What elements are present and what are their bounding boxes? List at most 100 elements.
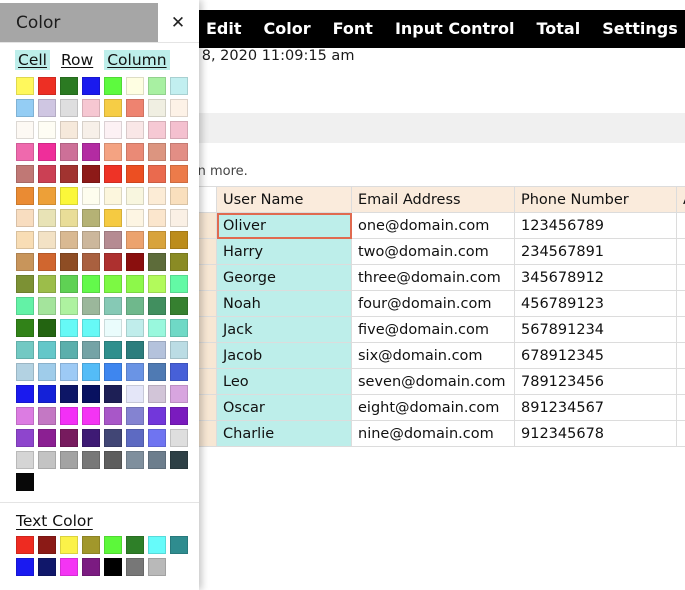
table-row[interactable]: Leo seven@domain.com 789123456	[196, 368, 685, 395]
background-color-swatch-120[interactable]	[16, 407, 34, 425]
background-color-swatch-108[interactable]	[104, 363, 122, 381]
background-color-swatch-87[interactable]	[170, 297, 188, 315]
background-color-swatch-75[interactable]	[82, 275, 100, 293]
column-header-email-address[interactable]: Email Address	[351, 186, 515, 213]
table-row[interactable]: Oliver one@domain.com 123456789	[196, 212, 685, 239]
cell-email-address[interactable]: two@domain.com	[351, 238, 515, 265]
cell-email-address[interactable]: eight@domain.com	[351, 394, 515, 421]
column-header-phone-number[interactable]: Phone Number	[514, 186, 677, 213]
background-color-swatch-77[interactable]	[126, 275, 144, 293]
cell-user-name[interactable]: Charlie	[216, 420, 352, 447]
background-color-swatch-92[interactable]	[104, 319, 122, 337]
background-color-swatch-33[interactable]	[38, 165, 56, 183]
background-color-swatch-40[interactable]	[16, 187, 34, 205]
background-color-swatch-74[interactable]	[60, 275, 78, 293]
row-header-cell[interactable]	[196, 290, 217, 317]
text-color-swatch-1[interactable]	[38, 536, 56, 554]
background-color-swatch-126[interactable]	[148, 407, 166, 425]
cell-address[interactable]	[676, 342, 685, 369]
cell-user-name[interactable]: Jack	[216, 316, 352, 343]
background-color-swatch-36[interactable]	[104, 165, 122, 183]
row-header-cell[interactable]	[196, 420, 217, 447]
background-color-swatch-21[interactable]	[126, 121, 144, 139]
background-color-swatch-67[interactable]	[82, 253, 100, 271]
menu-item-edit[interactable]: Edit	[206, 21, 242, 37]
background-color-swatch-0[interactable]	[16, 77, 34, 95]
background-color-swatch-42[interactable]	[60, 187, 78, 205]
text-color-swatch-2[interactable]	[60, 536, 78, 554]
cell-address[interactable]	[676, 290, 685, 317]
cell-email-address[interactable]: six@domain.com	[351, 342, 515, 369]
background-color-swatch-68[interactable]	[104, 253, 122, 271]
table-row[interactable]: Harry two@domain.com 234567891	[196, 238, 685, 265]
background-color-swatch-142[interactable]	[148, 451, 166, 469]
background-color-swatch-70[interactable]	[148, 253, 166, 271]
background-color-swatch-85[interactable]	[126, 297, 144, 315]
background-color-swatch-13[interactable]	[126, 99, 144, 117]
background-color-swatch-123[interactable]	[82, 407, 100, 425]
background-color-swatch-2[interactable]	[60, 77, 78, 95]
background-color-swatch-61[interactable]	[126, 231, 144, 249]
cell-address[interactable]	[676, 238, 685, 265]
background-color-swatch-57[interactable]	[38, 231, 56, 249]
text-color-swatch-11[interactable]	[82, 558, 100, 576]
background-color-swatch-7[interactable]	[170, 77, 188, 95]
background-color-swatch-10[interactable]	[60, 99, 78, 117]
text-color-swatch-14[interactable]	[148, 558, 166, 576]
column-header-address[interactable]: Addre	[676, 186, 685, 213]
cell-address[interactable]	[676, 316, 685, 343]
background-color-swatch-102[interactable]	[148, 341, 166, 359]
background-color-swatch-3[interactable]	[82, 77, 100, 95]
table-row[interactable]: Jacob six@domain.com 678912345	[196, 342, 685, 369]
background-color-swatch-93[interactable]	[126, 319, 144, 337]
background-color-swatch-84[interactable]	[104, 297, 122, 315]
background-color-swatch-18[interactable]	[60, 121, 78, 139]
background-color-swatch-24[interactable]	[16, 143, 34, 161]
tab-cell[interactable]: Cell	[15, 50, 50, 70]
background-color-swatch-56[interactable]	[16, 231, 34, 249]
text-color-swatch-6[interactable]	[148, 536, 166, 554]
background-color-swatch-62[interactable]	[148, 231, 166, 249]
menu-item-font[interactable]: Font	[333, 21, 373, 37]
cell-user-name[interactable]: Oscar	[216, 394, 352, 421]
background-color-swatch-90[interactable]	[60, 319, 78, 337]
background-color-swatch-100[interactable]	[104, 341, 122, 359]
cell-phone-number[interactable]: 678912345	[514, 342, 677, 369]
background-color-swatch-129[interactable]	[38, 429, 56, 447]
background-color-swatch-37[interactable]	[126, 165, 144, 183]
background-color-swatch-22[interactable]	[148, 121, 166, 139]
background-color-swatch-105[interactable]	[38, 363, 56, 381]
cell-phone-number[interactable]: 456789123	[514, 290, 677, 317]
table-row[interactable]: Noah four@domain.com 456789123	[196, 290, 685, 317]
background-color-swatch-41[interactable]	[38, 187, 56, 205]
text-color-swatch-5[interactable]	[126, 536, 144, 554]
background-color-swatch-28[interactable]	[104, 143, 122, 161]
background-color-swatch-124[interactable]	[104, 407, 122, 425]
background-color-swatch-122[interactable]	[60, 407, 78, 425]
background-color-swatch-111[interactable]	[170, 363, 188, 381]
background-color-swatch-38[interactable]	[148, 165, 166, 183]
table-row[interactable]: Oscar eight@domain.com 891234567	[196, 394, 685, 421]
background-color-swatch-128[interactable]	[16, 429, 34, 447]
background-color-swatch-44[interactable]	[104, 187, 122, 205]
background-color-swatch-137[interactable]	[38, 451, 56, 469]
background-color-swatch-125[interactable]	[126, 407, 144, 425]
background-color-swatch-9[interactable]	[38, 99, 56, 117]
background-color-swatch-15[interactable]	[170, 99, 188, 117]
background-color-swatch-51[interactable]	[82, 209, 100, 227]
table-row[interactable]: George three@domain.com 345678912	[196, 264, 685, 291]
cell-phone-number[interactable]: 891234567	[514, 394, 677, 421]
background-color-swatch-35[interactable]	[82, 165, 100, 183]
background-color-swatch-50[interactable]	[60, 209, 78, 227]
text-color-swatch-12[interactable]	[104, 558, 122, 576]
row-header-cell[interactable]	[196, 238, 217, 265]
background-color-swatch-16[interactable]	[16, 121, 34, 139]
cell-email-address[interactable]: one@domain.com	[351, 212, 515, 239]
background-color-swatch-30[interactable]	[148, 143, 166, 161]
cell-email-address[interactable]: four@domain.com	[351, 290, 515, 317]
menu-item-total[interactable]: Total	[536, 21, 580, 37]
text-color-swatch-7[interactable]	[170, 536, 188, 554]
background-color-swatch-14[interactable]	[148, 99, 166, 117]
background-color-swatch-144[interactable]	[16, 473, 34, 491]
text-color-swatch-3[interactable]	[82, 536, 100, 554]
